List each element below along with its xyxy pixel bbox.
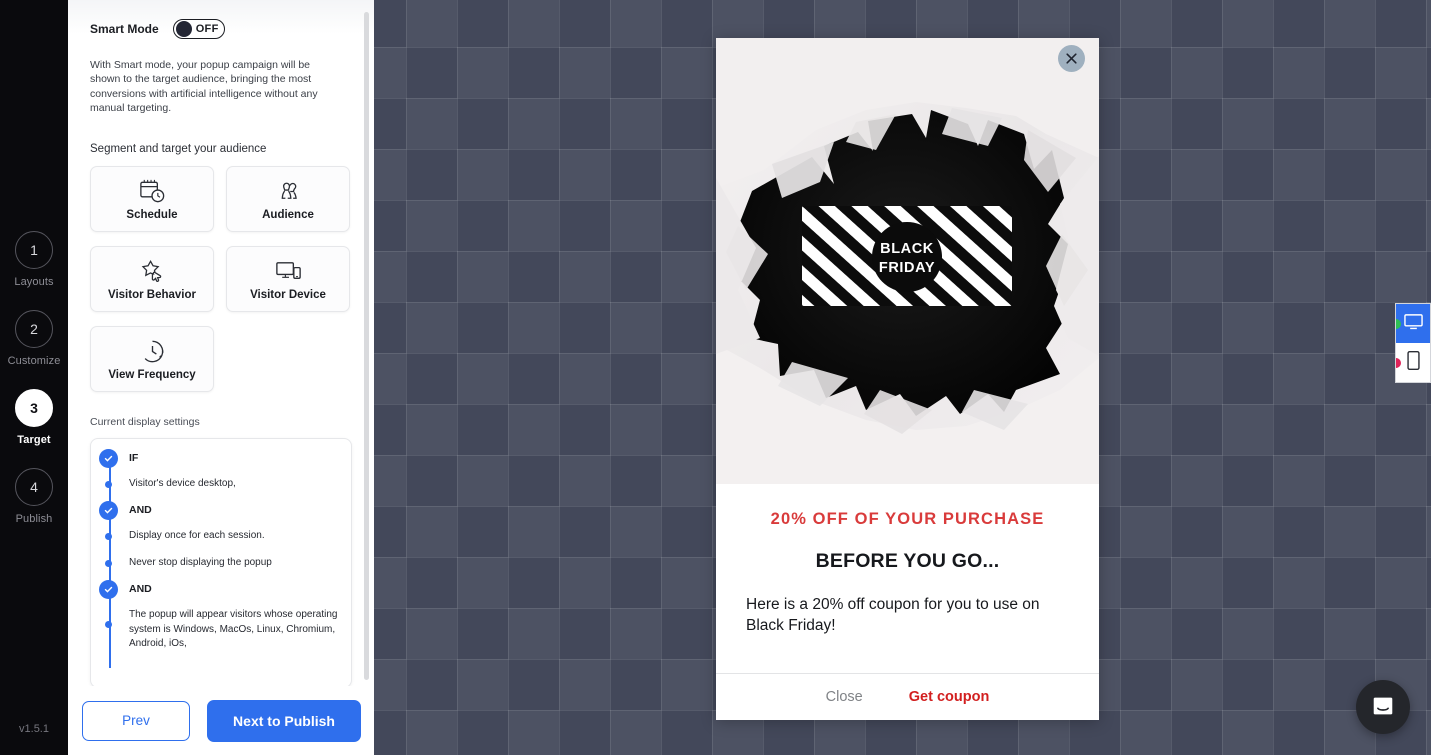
device-switcher bbox=[1395, 303, 1431, 383]
popup-hero-image: BLACK FRIDAY bbox=[716, 38, 1099, 484]
status-dot-desktop bbox=[1396, 318, 1401, 329]
monitor-phone-icon bbox=[273, 256, 304, 287]
rule-operator-and-2: AND bbox=[99, 580, 341, 600]
clock-refresh-icon bbox=[137, 336, 168, 367]
rule-condition-label: The popup will appear visitors whose ope… bbox=[129, 609, 338, 650]
segment-card-grid: Schedule Audience Visitor Behavior Visit… bbox=[90, 165, 352, 392]
rule-condition: The popup will appear visitors whose ope… bbox=[105, 608, 341, 652]
rule-condition: Display once for each session. bbox=[105, 529, 341, 544]
segment-card-label: View Frequency bbox=[108, 369, 196, 382]
step-label: Publish bbox=[15, 512, 53, 525]
rule-operator-and-1: AND bbox=[99, 501, 341, 521]
toggle-knob bbox=[175, 21, 192, 37]
app-version-label: v1.5.1 bbox=[19, 723, 49, 735]
device-option-desktop[interactable] bbox=[1396, 304, 1430, 343]
segment-card-label: Visitor Device bbox=[250, 289, 326, 302]
chat-bubble-icon bbox=[1370, 693, 1396, 722]
chat-launcher-button[interactable] bbox=[1356, 680, 1410, 734]
step-number: 1 bbox=[14, 230, 53, 269]
audience-people-icon bbox=[273, 176, 304, 207]
torn-paper-black-friday-illustration: BLACK FRIDAY bbox=[716, 38, 1099, 484]
mobile-phone-icon bbox=[1406, 350, 1421, 376]
rule-condition-label: Never stop displaying the popup bbox=[129, 556, 272, 568]
popup-preview: BLACK FRIDAY 20% OFF OF YOUR PURCHASE BE… bbox=[716, 38, 1099, 720]
smart-mode-toggle[interactable]: OFF bbox=[172, 19, 225, 39]
check-icon bbox=[99, 448, 118, 468]
wizard-action-bar: Prev Next to Publish bbox=[68, 686, 374, 755]
step-number: 4 bbox=[15, 467, 53, 506]
rule-operator-label: IF bbox=[129, 451, 139, 464]
segment-card-label: Schedule bbox=[126, 209, 178, 222]
popup-close-button[interactable] bbox=[1058, 45, 1085, 72]
segment-card-label: Visitor Behavior bbox=[108, 289, 196, 302]
desktop-monitor-icon bbox=[1403, 312, 1424, 336]
settings-panel-scrollbar[interactable] bbox=[364, 12, 369, 680]
smart-mode-label: Smart Mode bbox=[90, 22, 159, 36]
step-label: Target bbox=[17, 433, 51, 446]
step-label: Layouts bbox=[14, 275, 54, 288]
status-dot-mobile bbox=[1396, 357, 1401, 368]
bullet-dot-icon bbox=[105, 621, 112, 629]
segment-section-label: Segment and target your audience bbox=[90, 142, 267, 155]
rule-condition: Visitor's device desktop, bbox=[105, 477, 341, 492]
popup-close-link[interactable]: Close bbox=[826, 689, 863, 705]
star-click-icon bbox=[137, 256, 168, 287]
segment-card-schedule[interactable]: Schedule bbox=[90, 165, 214, 232]
display-rules-timeline: IF Visitor's device desktop, AND Display… bbox=[99, 448, 341, 668]
wizard-step-rail: 1 Layouts 2 Customize 3 Target 4 Publish… bbox=[0, 0, 68, 755]
segment-card-visitor-behavior[interactable]: Visitor Behavior bbox=[90, 245, 214, 312]
rule-operator-label: AND bbox=[129, 504, 152, 517]
settings-scroll-area: Smart Mode OFF With Smart mode, your pop… bbox=[68, 0, 374, 686]
popup-footer: Close Get coupon bbox=[716, 673, 1099, 720]
segment-card-visitor-device[interactable]: Visitor Device bbox=[226, 245, 350, 312]
display-settings-label: Current display settings bbox=[90, 415, 200, 428]
smart-mode-row: Smart Mode OFF bbox=[90, 19, 352, 39]
bullet-dot-icon bbox=[105, 480, 112, 488]
popup-paragraph: Here is a 20% off coupon for you to use … bbox=[746, 596, 1040, 634]
step-label: Customize bbox=[7, 354, 61, 367]
popup-body: 20% OFF OF YOUR PURCHASE BEFORE YOU GO..… bbox=[716, 484, 1099, 673]
popup-get-coupon-button[interactable]: Get coupon bbox=[909, 689, 990, 705]
device-option-mobile[interactable] bbox=[1396, 343, 1430, 382]
smart-mode-state: OFF bbox=[195, 23, 219, 35]
rule-operator-if: IF bbox=[99, 448, 341, 468]
step-publish[interactable]: 4 Publish bbox=[15, 467, 53, 525]
step-number: 2 bbox=[15, 309, 53, 348]
step-number: 3 bbox=[15, 388, 53, 427]
bullet-dot-icon bbox=[105, 533, 112, 541]
step-customize[interactable]: 2 Customize bbox=[7, 309, 61, 367]
rule-condition-label: Visitor's device desktop, bbox=[129, 477, 236, 489]
check-icon bbox=[99, 501, 118, 521]
smart-mode-description: With Smart mode, your popup campaign wil… bbox=[90, 59, 318, 115]
hero-badge-line2: FRIDAY bbox=[879, 260, 935, 276]
segment-card-label: Audience bbox=[262, 209, 314, 222]
bullet-dot-icon bbox=[105, 559, 112, 567]
display-settings-card: IF Visitor's device desktop, AND Display… bbox=[90, 437, 352, 686]
segment-card-audience[interactable]: Audience bbox=[226, 165, 350, 232]
next-to-publish-button[interactable]: Next to Publish bbox=[207, 699, 361, 742]
calendar-clock-icon bbox=[137, 176, 168, 207]
popup-headline: 20% OFF OF YOUR PURCHASE bbox=[770, 510, 1045, 528]
rule-operator-label: AND bbox=[129, 583, 152, 596]
prev-button[interactable]: Prev bbox=[82, 700, 190, 741]
segment-card-view-frequency[interactable]: View Frequency bbox=[90, 325, 214, 392]
rule-condition-label: Display once for each session. bbox=[129, 530, 265, 542]
targeting-settings-panel: Smart Mode OFF With Smart mode, your pop… bbox=[68, 0, 374, 755]
popup-subheadline: BEFORE YOU GO... bbox=[815, 550, 1000, 572]
step-target[interactable]: 3 Target bbox=[15, 388, 53, 446]
hero-badge-line1: BLACK bbox=[880, 241, 934, 257]
rule-condition: Never stop displaying the popup bbox=[105, 556, 341, 571]
check-icon bbox=[99, 580, 118, 600]
step-layouts[interactable]: 1 Layouts bbox=[14, 230, 54, 288]
